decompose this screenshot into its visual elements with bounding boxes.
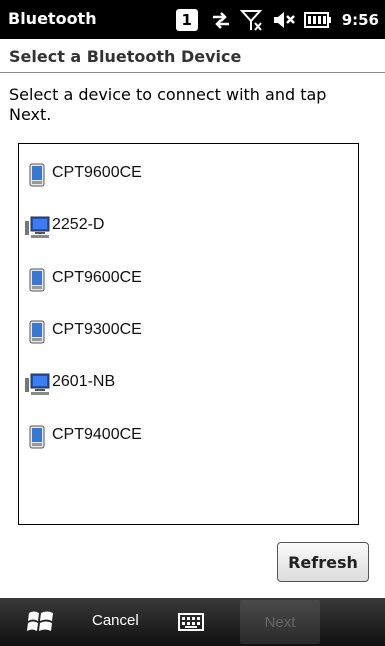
device-list-item[interactable]: CPT9300CE <box>19 311 358 351</box>
device-list-item[interactable]: CPT9400CE <box>19 416 358 456</box>
device-label: CPT9600CE <box>52 164 142 181</box>
handheld-device-icon <box>25 268 49 292</box>
device-label: 2252-D <box>52 216 105 233</box>
page-header: Select a Bluetooth Device <box>0 39 385 73</box>
computer-icon <box>25 215 50 239</box>
handheld-device-icon <box>25 425 49 449</box>
device-list-item[interactable]: CPT9600CE <box>19 154 358 194</box>
app-title: Bluetooth <box>8 9 97 28</box>
no-signal-icon <box>239 8 264 32</box>
status-bar: Bluetooth 1 9:56 <box>0 0 385 39</box>
handheld-device-icon <box>25 163 49 187</box>
refresh-button[interactable]: Refresh <box>277 542 369 582</box>
windows-start-icon[interactable] <box>26 608 56 636</box>
keyboard-icon[interactable] <box>178 611 204 633</box>
speaker-muted-icon <box>272 9 296 31</box>
device-list-item[interactable]: 2601-NB <box>19 363 358 403</box>
device-label: CPT9400CE <box>52 426 142 443</box>
battery-icon <box>303 11 332 29</box>
softkey-bar: Cancel Next <box>0 598 385 646</box>
instructions-text: Select a device to connect with and tap … <box>9 85 327 124</box>
handheld-device-icon <box>25 320 49 344</box>
computer-icon <box>25 372 50 396</box>
device-list-item[interactable]: 2252-D <box>19 206 358 246</box>
device-label: CPT9300CE <box>52 321 142 338</box>
device-label: 2601-NB <box>52 373 116 390</box>
device-label: CPT9600CE <box>52 269 142 286</box>
device-list[interactable]: CPT9600CE 2252-D CPT9600CE CPT9300CE 260… <box>18 143 359 525</box>
sync-arrows-icon <box>210 9 232 31</box>
notification-count-badge[interactable]: 1 <box>175 9 198 31</box>
next-softkey[interactable]: Next <box>240 600 320 644</box>
cancel-softkey[interactable]: Cancel <box>92 612 139 629</box>
device-list-item[interactable]: CPT9600CE <box>19 259 358 299</box>
clock[interactable]: 9:56 <box>342 11 379 29</box>
page-title: Select a Bluetooth Device <box>9 47 242 66</box>
status-icons: 1 9:56 <box>175 6 379 34</box>
